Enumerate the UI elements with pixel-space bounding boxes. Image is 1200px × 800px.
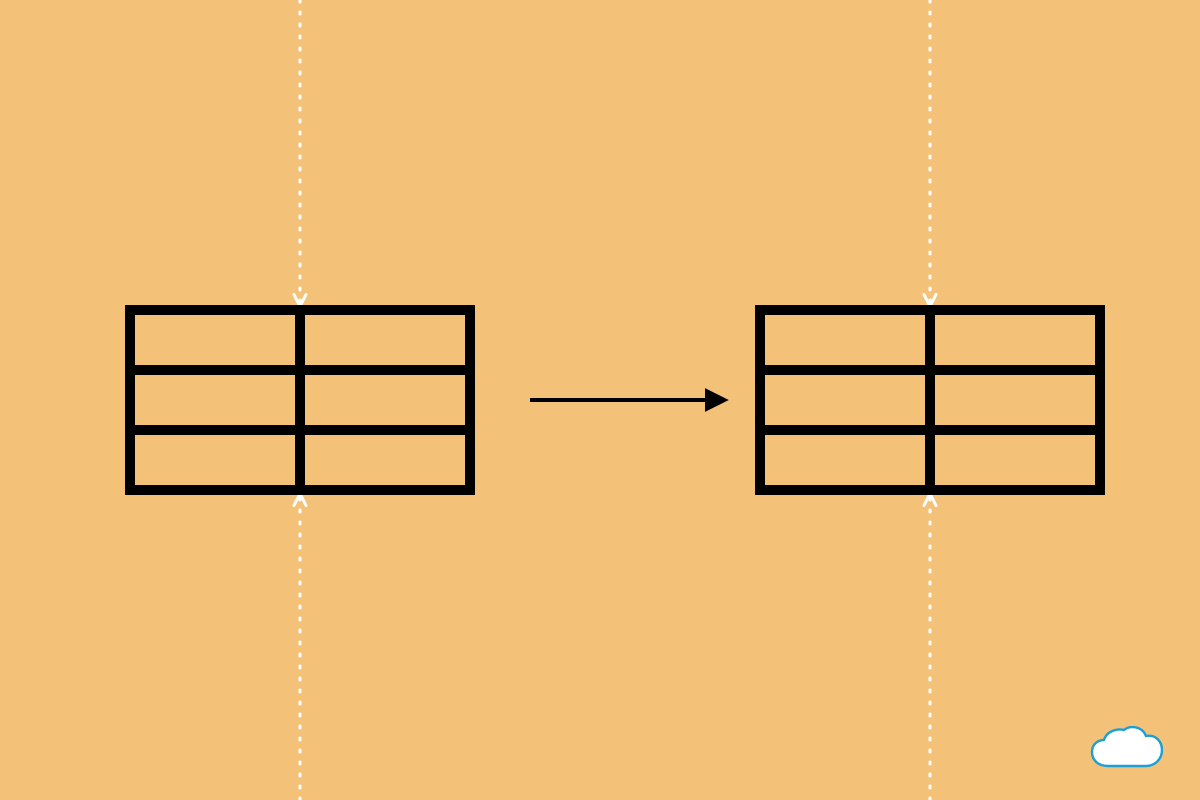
grid-right <box>760 310 1100 490</box>
diagram-canvas <box>0 0 1200 800</box>
cloud-icon <box>1088 726 1166 774</box>
grid-left <box>130 310 470 490</box>
